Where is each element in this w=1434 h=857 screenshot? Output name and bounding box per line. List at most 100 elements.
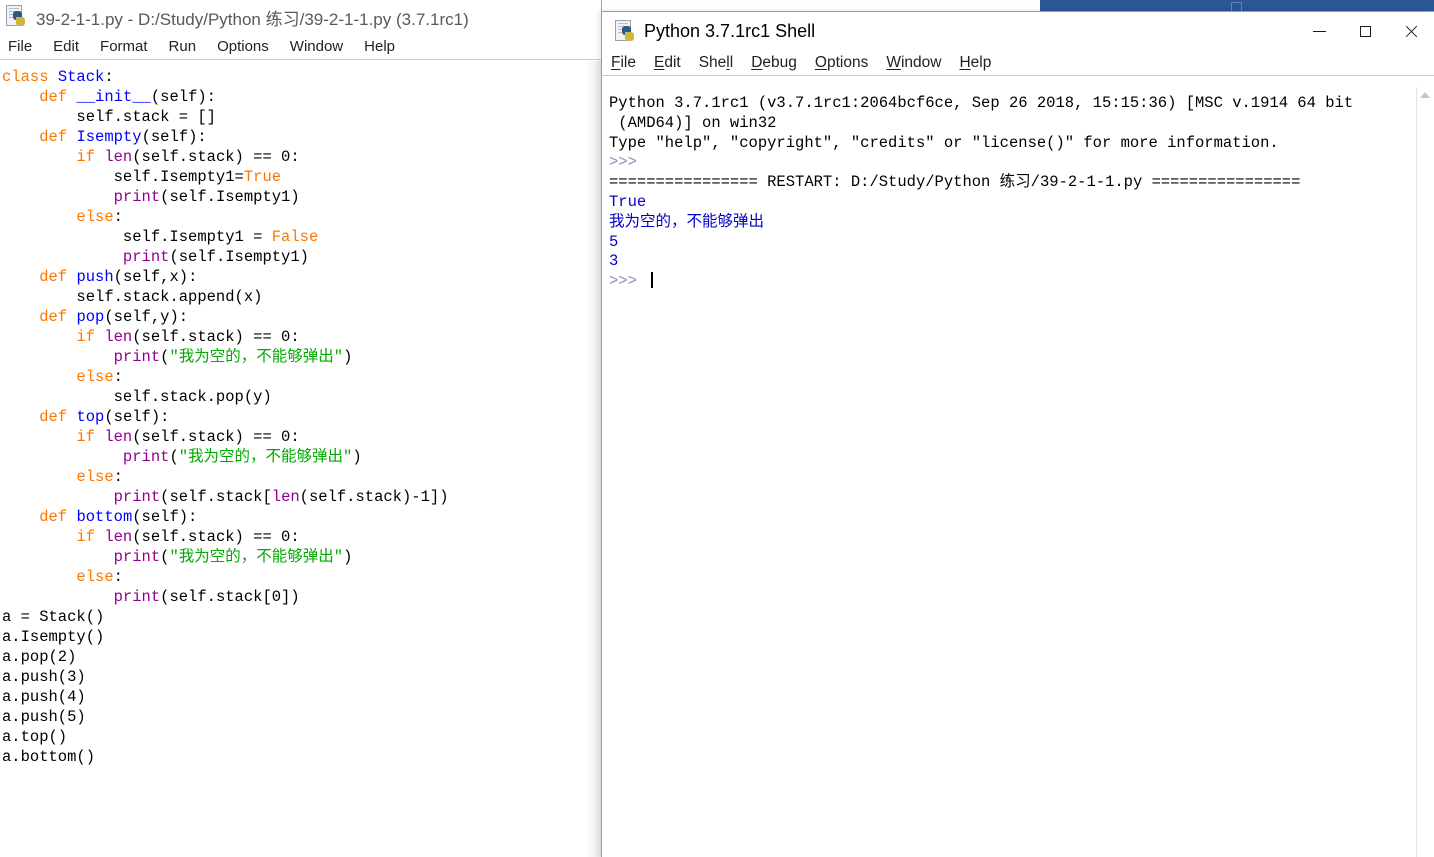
code-token: : — [113, 368, 123, 386]
shell-menu-file[interactable]: File — [611, 54, 636, 72]
code-token: print — [122, 248, 170, 266]
scrollbar-track[interactable] — [1417, 87, 1434, 857]
shell-menu-shell[interactable]: Shell — [699, 54, 734, 72]
shell-vertical-scrollbar[interactable] — [1416, 87, 1434, 857]
code-token: a.top() — [2, 728, 68, 746]
code-line: print(self.stack[0]) — [2, 587, 601, 607]
shell-line: (AMD64)] on win32 — [609, 114, 1434, 134]
code-token: (self): — [104, 408, 170, 426]
code-token: "我为空的，不能够弹出" — [178, 448, 353, 466]
code-token: (self.stack) == 0: — [132, 428, 300, 446]
code-line: print("我为空的，不能够弹出") — [2, 447, 601, 467]
editor-menu-format[interactable]: Format — [100, 38, 148, 55]
code-line: print(self.Isempty1) — [2, 247, 601, 267]
code-token: if — [76, 428, 105, 446]
code-token: self.stack = [] — [2, 108, 216, 126]
shell-line: Python 3.7.1rc1 (v3.7.1rc1:2064bcf6ce, S… — [609, 94, 1434, 114]
editor-menu-run[interactable]: Run — [169, 38, 197, 55]
shell-line: 我为空的，不能够弹出 — [609, 213, 1434, 233]
shell-titlebar[interactable]: Python 3.7.1rc1 Shell — [602, 12, 1434, 50]
editor-code-text[interactable]: class Stack: def __init__(self): self.st… — [0, 61, 601, 767]
code-line: self.stack.append(x) — [2, 287, 601, 307]
code-token: (self,x): — [113, 268, 198, 286]
code-line: def pop(self,y): — [2, 307, 601, 327]
code-token: def — [39, 268, 77, 286]
shell-menu-edit[interactable]: Edit — [654, 54, 681, 72]
code-token: top — [76, 408, 105, 426]
maximize-button[interactable] — [1342, 12, 1388, 50]
code-token: (self.Isempty1) — [169, 248, 309, 266]
code-token: : — [104, 68, 114, 86]
editor-code-area[interactable]: class Stack: def __init__(self): self.st… — [0, 61, 601, 857]
shell-line: ================ RESTART: D:/Study/Pytho… — [609, 173, 1434, 193]
editor-menu-edit[interactable]: Edit — [53, 38, 79, 55]
code-token: len — [104, 148, 133, 166]
code-token: print — [113, 488, 161, 506]
code-token: if — [76, 328, 105, 346]
code-line: def push(self,x): — [2, 267, 601, 287]
code-line: print(self.Isempty1) — [2, 187, 601, 207]
code-token: (self.stack) == 0: — [132, 148, 300, 166]
code-token: >>> — [609, 153, 647, 172]
code-token: print — [122, 448, 170, 466]
code-token: (self.stack) == 0: — [132, 328, 300, 346]
code-line: print("我为空的，不能够弹出") — [2, 547, 601, 567]
editor-menu-options[interactable]: Options — [217, 38, 269, 55]
shell-line: Type "help", "copyright", "credits" or "… — [609, 134, 1434, 154]
editor-menu-window[interactable]: Window — [290, 38, 343, 55]
code-token: ) — [343, 348, 353, 366]
code-token: def — [39, 408, 77, 426]
code-token: (self.stack)-1]) — [299, 488, 449, 506]
code-line: def bottom(self): — [2, 507, 601, 527]
idle-editor-window[interactable]: 39-2-1-1.py - D:/Study/Python 练习/39-2-1-… — [0, 0, 602, 857]
editor-menubar[interactable]: File Edit Format Run Options Window Help — [0, 34, 601, 60]
code-token: a.push(5) — [2, 708, 86, 726]
code-token: Isempty — [76, 128, 142, 146]
shell-output-area[interactable]: Python 3.7.1rc1 (v3.7.1rc1:2064bcf6ce, S… — [602, 87, 1434, 857]
code-token: ) — [343, 548, 353, 566]
code-token: (self,y): — [104, 308, 189, 326]
shell-output-text[interactable]: Python 3.7.1rc1 (v3.7.1rc1:2064bcf6ce, S… — [602, 87, 1434, 292]
shell-menubar[interactable]: File Edit Shell Debug Options Window Help — [602, 50, 1434, 76]
code-token: self.Isempty1 = — [2, 228, 272, 246]
code-token: print — [113, 188, 161, 206]
code-token: else — [76, 568, 114, 586]
shell-menu-debug[interactable]: Debug — [751, 54, 797, 72]
shell-menu-window[interactable]: Window — [886, 54, 941, 72]
minimize-button[interactable] — [1296, 12, 1342, 50]
code-line: a.pop(2) — [2, 647, 601, 667]
editor-vertical-scrollbar[interactable] — [586, 61, 601, 857]
shell-menu-options[interactable]: Options — [815, 54, 868, 72]
code-token: ) — [352, 448, 362, 466]
code-line: a.bottom() — [2, 747, 601, 767]
window-controls — [1296, 12, 1434, 50]
editor-menu-file[interactable]: File — [8, 38, 32, 55]
code-token: a.push(3) — [2, 668, 86, 686]
python-shell-window[interactable]: Python 3.7.1rc1 Shell File Edit Shell Debug… — [601, 11, 1434, 857]
code-token: (self.Isempty1) — [160, 188, 300, 206]
shell-menu-help[interactable]: Help — [959, 54, 991, 72]
code-token: True — [243, 168, 282, 186]
scroll-up-arrow-icon[interactable] — [1420, 92, 1430, 98]
python-shell-icon — [615, 20, 635, 42]
code-token: self.Isempty1= — [2, 168, 244, 186]
code-token: : — [113, 468, 123, 486]
close-button[interactable] — [1388, 12, 1434, 50]
editor-menu-help[interactable]: Help — [364, 38, 395, 55]
code-token: push — [76, 268, 114, 286]
code-token: (AMD64)] on win32 — [609, 113, 777, 132]
code-token: "我为空的，不能够弹出" — [169, 348, 344, 366]
editor-titlebar[interactable]: 39-2-1-1.py - D:/Study/Python 练习/39-2-1-… — [0, 0, 601, 34]
code-token: (self): — [132, 508, 198, 526]
code-token: Python 3.7.1rc1 (v3.7.1rc1:2064bcf6ce, S… — [609, 94, 1354, 112]
code-token: if — [76, 528, 105, 546]
code-token: len — [271, 488, 300, 506]
